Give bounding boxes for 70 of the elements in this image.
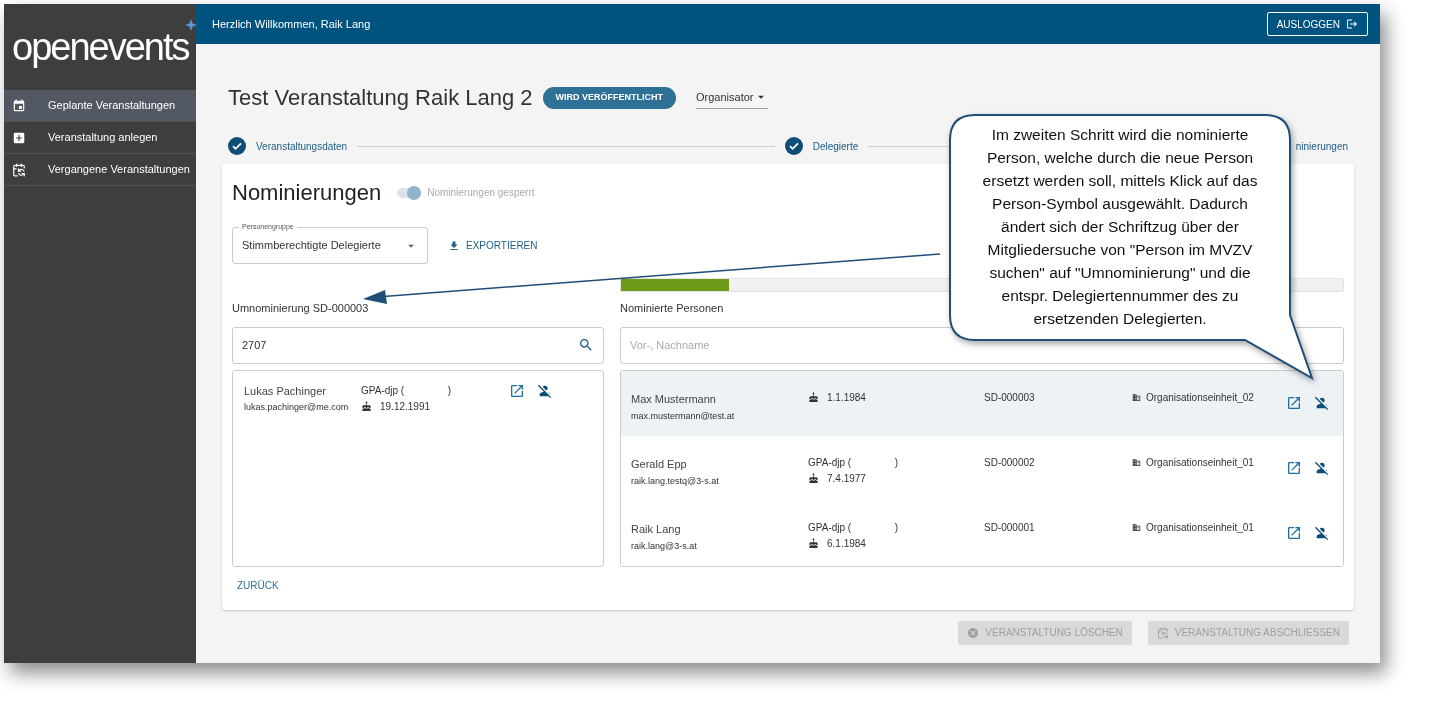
building-icon <box>1132 457 1141 467</box>
cake-icon <box>808 537 819 549</box>
open-link-button[interactable] <box>1286 394 1302 411</box>
lock-toggle[interactable] <box>397 187 422 198</box>
party-text: ) <box>894 520 898 535</box>
cake-icon <box>361 400 372 412</box>
party-text: GPA-djp ( <box>808 520 852 535</box>
birthdate-text: 19.12.1991 <box>380 399 431 414</box>
role-dropdown[interactable]: Organisator <box>696 86 768 109</box>
birthdate-text: 7.4.1977 <box>827 471 866 486</box>
delegate-number: SD-000003 <box>984 390 1036 405</box>
sidebar-item[interactable]: Geplante Veranstaltungen <box>4 90 196 122</box>
person-name: Lukas Pachinger <box>244 383 327 399</box>
section-title: Nominierungen <box>232 179 382 207</box>
section-label: Umnominierung SD-000003 <box>232 301 370 316</box>
unit-text: Organisationseinheit_01 <box>1146 455 1254 470</box>
person-off-button[interactable] <box>1314 394 1330 411</box>
check-circle-icon <box>784 137 803 155</box>
person-off-button[interactable] <box>1314 459 1330 476</box>
open-link-button[interactable] <box>509 382 525 399</box>
logout-button[interactable]: AUSLOGGEN <box>1266 12 1368 36</box>
step-label[interactable]: Veranstaltungsdaten <box>256 138 348 154</box>
person-name: Raik Lang <box>631 521 682 537</box>
person-name: Gerald Epp <box>631 456 688 472</box>
open-link-button[interactable] <box>1286 459 1302 476</box>
building-icon <box>1132 392 1141 402</box>
calendar-arrow-icon <box>12 162 26 177</box>
party-text: GPA-djp ( <box>808 455 852 470</box>
person-email: raik.lang@3-s.at <box>631 540 698 553</box>
party-text: ) <box>447 383 451 398</box>
person-off-button[interactable] <box>537 382 553 399</box>
person-off-button[interactable] <box>1314 524 1330 541</box>
status-badge: WIRD VERÖFFENTLICHT <box>542 86 677 109</box>
cake-icon <box>808 391 819 403</box>
plus-icon <box>12 130 26 145</box>
step-label[interactable]: Delegierte <box>812 138 859 154</box>
person-email: max.mustermann@test.at <box>631 410 736 423</box>
birthdate-text: 6.1.1984 <box>827 536 866 551</box>
delegate-number: SD-000002 <box>984 455 1036 470</box>
person-name: Max Mustermann <box>631 391 717 407</box>
person-email: lukas.pachinger@me.com <box>244 401 350 414</box>
unit-text: Organisationseinheit_02 <box>1146 390 1254 405</box>
callout-text: Im zweiten Schritt wird die nominierte Person, welche durch die neue Person ersetzt werden soll, mittels Klick auf das Person-Symbol ausgewählt. Dadurch ändert sich der Schriftzug über der Mitgliedersuche von "Person im MVZV suchen" auf "Umnominierung" und die entspr. Delegiertennummer des zu ersetzenden Delegierten. <box>981 125 1259 329</box>
cancel-icon <box>967 626 980 639</box>
party-text: GPA-djp ( <box>361 383 405 398</box>
logo: openevents <box>12 25 189 68</box>
party-text: ) <box>894 455 898 470</box>
calendar-arrow-icon <box>1156 626 1169 639</box>
member-search-field[interactable]: 2707 <box>232 326 604 364</box>
open-link-button[interactable] <box>1286 524 1302 541</box>
birthdate-text: 1.1.1984 <box>827 390 866 405</box>
check-circle-icon <box>228 137 246 155</box>
toggle-label: Nominierungen gesperrt <box>427 186 535 200</box>
logout-icon <box>1346 18 1358 30</box>
back-link[interactable]: ZURÜCK <box>237 577 279 593</box>
calendar-icon <box>12 98 26 113</box>
step-label[interactable]: ninierungen <box>1295 138 1348 154</box>
star-icon <box>184 18 197 31</box>
cake-icon <box>808 472 819 484</box>
nominee-row[interactable]: Max Mustermann max.mustermann@test.at 1.1.1984 SD-000003 Organisationseinheit_02 <box>621 370 1343 436</box>
event-title: Test Veranstaltung Raik Lang 2 <box>228 84 533 112</box>
unit-text: Organisationseinheit_01 <box>1146 520 1254 535</box>
building-icon <box>1132 522 1141 532</box>
section-label: Nominierte Personen <box>620 301 725 316</box>
export-button[interactable]: EXPORTIEREN <box>448 238 538 253</box>
greeting-text: Herzlich Willkommen, Raik Lang <box>212 16 371 32</box>
search-icon <box>578 337 594 353</box>
delegate-number: SD-000001 <box>984 520 1036 535</box>
download-icon <box>448 239 460 252</box>
person-email: raik.lang.testq@3-s.at <box>631 475 720 488</box>
